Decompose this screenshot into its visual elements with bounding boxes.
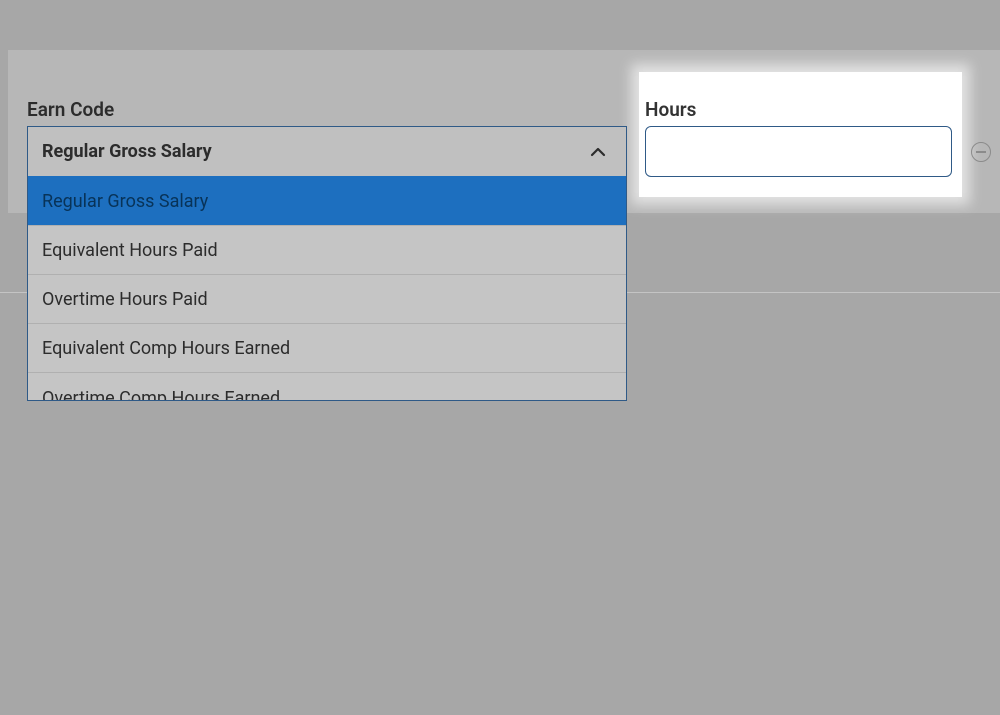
earn-code-dropdown-toggle[interactable]: Regular Gross Salary [28, 127, 626, 176]
hours-input[interactable] [645, 126, 952, 177]
earn-code-option[interactable]: Equivalent Hours Paid [28, 225, 626, 274]
earn-code-option-list: Regular Gross Salary Equivalent Hours Pa… [28, 176, 626, 400]
earn-code-selected-text: Regular Gross Salary [42, 141, 212, 162]
earn-code-label: Earn Code [27, 98, 114, 121]
earn-code-dropdown[interactable]: Regular Gross Salary Regular Gross Salar… [27, 126, 627, 401]
earn-code-option[interactable]: Equivalent Comp Hours Earned [28, 323, 626, 372]
hours-label: Hours [645, 98, 696, 121]
chevron-up-icon [590, 144, 606, 160]
remove-row-button[interactable] [971, 142, 991, 162]
earn-code-option[interactable]: Regular Gross Salary [28, 176, 626, 225]
earn-code-option[interactable]: Overtime Hours Paid [28, 274, 626, 323]
earn-code-option[interactable]: Overtime Comp Hours Earned [28, 372, 626, 400]
